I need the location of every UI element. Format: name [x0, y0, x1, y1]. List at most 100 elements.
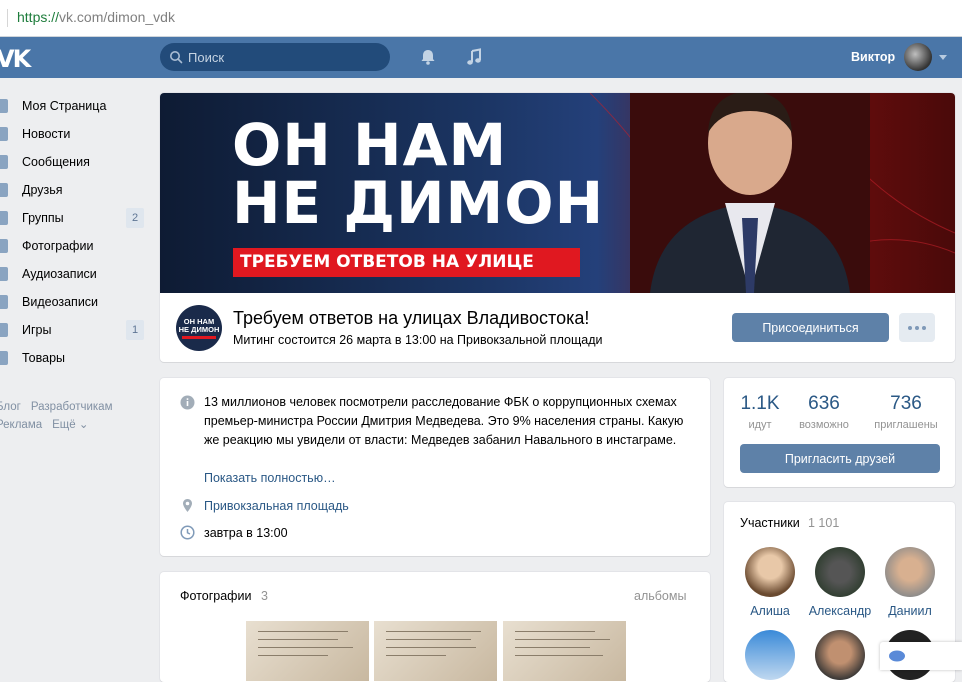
group-status: Митинг состоится 26 марта в 13:00 на При…: [233, 333, 603, 347]
footer-link-ads[interactable]: Реклама: [0, 419, 42, 431]
sidebar-footer: Блог Разработчикам Реклама Ещё ⌄: [0, 398, 146, 434]
footer-link-more[interactable]: Ещё ⌄: [52, 419, 88, 431]
url-scheme: https://: [17, 9, 60, 25]
cover-headline-line2: НЕ ДИМОН: [232, 169, 605, 237]
cover-image: ОН НАМ НЕ ДИМОН ТРЕБУЕМ ОТВЕТОВ НА УЛИЦЕ: [160, 93, 955, 293]
group-header-card: ОН НАМ НЕ ДИМОН ТРЕБУЕМ ОТВЕТОВ НА УЛИЦЕ…: [160, 93, 955, 362]
photos-title[interactable]: Фотографии: [180, 589, 251, 603]
left-sidebar: Моя Страница Новости Сообщения Друзья Гр…: [0, 92, 150, 431]
photo-thumbnail[interactable]: [374, 621, 497, 681]
footer-link-developers[interactable]: Разработчикам: [31, 401, 113, 413]
shopping-bag-icon: [0, 351, 8, 365]
games-counter-badge: 1: [126, 320, 144, 340]
search-input[interactable]: [188, 47, 383, 67]
member-avatar: [815, 630, 865, 680]
camera-icon: [0, 239, 8, 253]
photos-card: Фотографии 3 альбомы: [160, 572, 710, 682]
sidebar-item-games[interactable]: Игры 1: [0, 316, 150, 344]
url-text[interactable]: https://vk.com/dimon_vdk: [17, 9, 175, 25]
clock-icon: [180, 525, 195, 540]
sidebar-item-video[interactable]: Видеозаписи: [0, 288, 150, 316]
stat-label: идут: [748, 419, 772, 431]
vk-logo[interactable]: VK: [0, 45, 31, 73]
user-name[interactable]: Виктор: [851, 50, 895, 64]
event-info-card: 13 миллионов человек посмотрели расследо…: [160, 378, 710, 556]
sidebar-item-goods[interactable]: Товары: [0, 344, 150, 372]
sidebar-item-news[interactable]: Новости: [0, 120, 150, 148]
photo-thumbnail[interactable]: [503, 621, 626, 681]
sidebar-item-messages[interactable]: Сообщения: [0, 148, 150, 176]
sidebar-item-audio[interactable]: Аудиозаписи: [0, 260, 150, 288]
member-name: Даниил: [888, 604, 932, 618]
sidebar-item-label: Видеозаписи: [22, 295, 99, 309]
group-avatar[interactable]: ОН НАМ НЕ ДИМОН: [176, 305, 222, 351]
chevron-down-icon[interactable]: [939, 55, 947, 60]
member-item[interactable]: [735, 630, 805, 680]
video-icon: [0, 295, 8, 309]
user-avatar[interactable]: [904, 43, 932, 71]
sidebar-item-label: Новости: [22, 127, 71, 141]
photo-thumbnail[interactable]: [246, 621, 369, 681]
sidebar-item-label: Игры: [22, 323, 52, 337]
event-time: завтра в 13:00: [204, 526, 288, 540]
search-box[interactable]: [160, 43, 390, 71]
chat-widget[interactable]: [880, 642, 962, 670]
footer-link-blog[interactable]: Блог: [0, 401, 21, 413]
show-more-link[interactable]: Показать полностью…: [204, 471, 336, 485]
member-item[interactable]: Алиша: [735, 547, 805, 618]
news-icon: [0, 127, 8, 141]
albums-link[interactable]: альбомы: [634, 589, 686, 603]
sidebar-item-groups[interactable]: Группы 2: [0, 204, 150, 232]
group-avatar-stripe: [182, 336, 216, 339]
member-avatar: [815, 547, 865, 597]
member-item[interactable]: Даниил: [875, 547, 945, 618]
location-pin-icon: [183, 499, 192, 512]
sidebar-item-friends[interactable]: Друзья: [0, 176, 150, 204]
sidebar-item-photos[interactable]: Фотографии: [0, 232, 150, 260]
event-description: 13 миллионов человек посмотрели расследо…: [204, 395, 684, 447]
more-actions-button[interactable]: [899, 313, 935, 342]
member-avatar: [885, 547, 935, 597]
member-avatar: [745, 547, 795, 597]
browser-url-bar[interactable]: https://vk.com/dimon_vdk: [0, 0, 962, 37]
event-place-link[interactable]: Привокзальная площадь: [204, 499, 349, 513]
sidebar-item-my-page[interactable]: Моя Страница: [0, 92, 150, 120]
groups-counter-badge: 2: [126, 208, 144, 228]
sidebar-item-label: Сообщения: [22, 155, 90, 169]
join-button[interactable]: Присоединиться: [732, 313, 889, 342]
sidebar-item-label: Друзья: [22, 183, 63, 197]
sidebar-item-label: Аудиозаписи: [22, 267, 97, 281]
url-divider: [7, 9, 8, 27]
music-note-icon[interactable]: [464, 47, 484, 67]
info-icon: [180, 395, 195, 410]
member-item[interactable]: Александр: [805, 547, 875, 618]
cover-portrait: [630, 93, 870, 293]
stat-maybe[interactable]: 636 возможно: [788, 393, 860, 431]
sidebar-item-label: Фотографии: [22, 239, 94, 253]
cover-banner: ТРЕБУЕМ ОТВЕТОВ НА УЛИЦЕ: [233, 248, 580, 277]
stat-going[interactable]: 1.1K идут: [724, 393, 796, 431]
user-icon: [0, 99, 8, 113]
members-title[interactable]: Участники: [740, 516, 800, 530]
chat-bubble-icon: [889, 650, 905, 662]
member-item[interactable]: [805, 630, 875, 680]
more-dot-icon: [915, 326, 919, 330]
url-path: vk.com/dimon_vdk: [59, 9, 175, 25]
group-avatar-text: ОН НАМ НЕ ДИМОН: [178, 317, 220, 334]
member-name: Александр: [808, 604, 872, 618]
notifications-bell-icon[interactable]: [418, 47, 438, 67]
stat-value: 1.1K: [740, 393, 780, 414]
member-name: Алиша: [750, 604, 790, 618]
stat-label: приглашены: [874, 419, 938, 431]
friends-icon: [0, 183, 8, 197]
invite-friends-button[interactable]: Пригласить друзей: [740, 444, 940, 473]
stat-value: 736: [890, 393, 922, 414]
members-count: 1 101: [808, 516, 840, 530]
stat-value: 636: [808, 393, 840, 414]
messages-icon: [0, 155, 8, 169]
sidebar-item-label: Товары: [22, 351, 65, 365]
attendance-stats-card: 1.1K идут 636 возможно 736 приглашены Пр…: [724, 378, 955, 487]
stat-invited[interactable]: 736 приглашены: [870, 393, 942, 431]
member-avatar: [745, 630, 795, 680]
group-title: Требуем ответов на улицах Владивостока!: [233, 308, 590, 328]
